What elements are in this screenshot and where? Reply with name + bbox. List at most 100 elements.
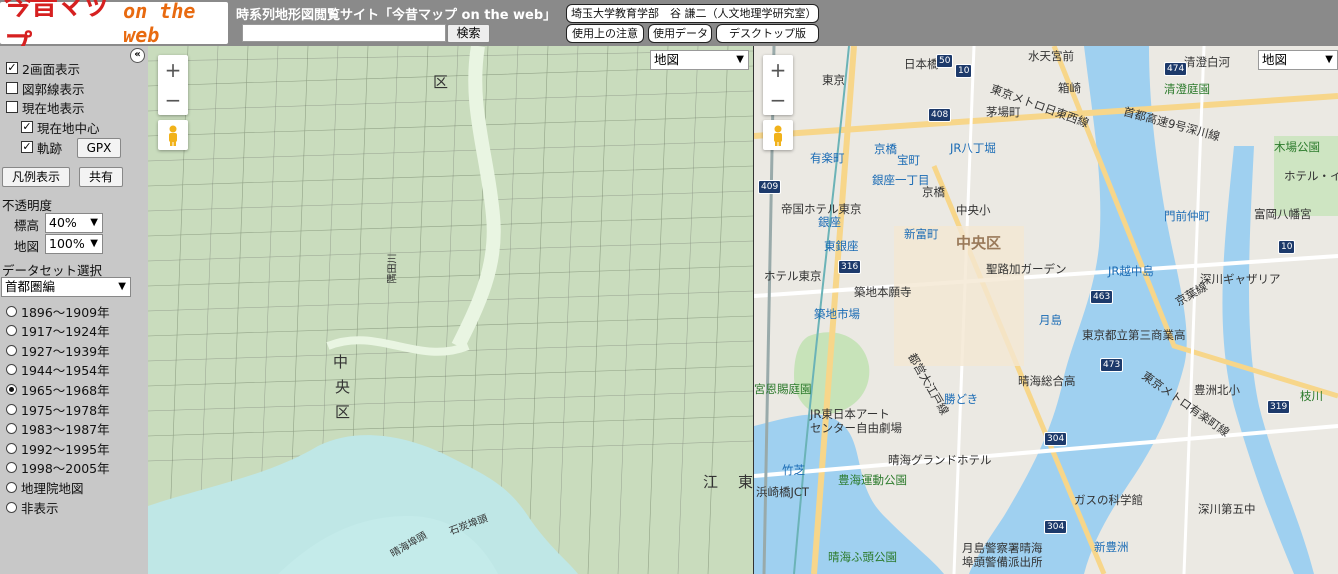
map-label: 月島 bbox=[1039, 313, 1062, 327]
map-label: ガスの科学館 bbox=[1074, 493, 1143, 507]
grid-lines-toggle[interactable]: 図郭線表示 bbox=[6, 79, 85, 97]
period-label: 地理院地図 bbox=[21, 480, 84, 496]
period-option[interactable]: 非表示 bbox=[6, 498, 59, 516]
period-radio[interactable] bbox=[6, 481, 17, 493]
header-bar: 今昔マップ on the web 時系列地形図閲覧サイト「今昔マップ on th… bbox=[0, 0, 1338, 61]
old-map-pane[interactable]: 区 中 央 区 江 東 隅田川 晴海埠頭 石炭埠頭 + − 地図 ▼ bbox=[148, 46, 753, 574]
map-opacity-select[interactable]: 100% ▼ bbox=[45, 234, 103, 254]
opacity-label: 不透明度 bbox=[2, 198, 53, 213]
track-toggle[interactable]: ✓ 軌跡 bbox=[21, 138, 62, 156]
legend-button[interactable]: 凡例表示 bbox=[2, 167, 70, 187]
map-label: 宝町 bbox=[897, 153, 920, 167]
map-label: JR八丁堀 bbox=[950, 141, 996, 155]
zoom-out-button[interactable]: − bbox=[763, 85, 793, 115]
period-label: 1983～1987年 bbox=[21, 422, 110, 438]
elevation-opacity-select[interactable]: 40% ▼ bbox=[45, 213, 103, 233]
route-shield: 304 bbox=[1044, 432, 1068, 446]
old-map-canvas bbox=[148, 46, 753, 574]
route-shield: 408 bbox=[928, 108, 952, 122]
old-map-type-select[interactable]: 地図 ▼ bbox=[650, 50, 749, 70]
collapse-sidebar-icon[interactable]: « bbox=[130, 48, 145, 63]
two-screen-checkbox[interactable]: ✓ bbox=[6, 62, 18, 74]
period-label: 1965～1968年 bbox=[21, 382, 110, 398]
period-radio[interactable] bbox=[6, 501, 17, 513]
chevron-down-icon: ▼ bbox=[90, 238, 98, 249]
search-input[interactable] bbox=[242, 24, 446, 42]
period-option[interactable]: 1944～1954年 bbox=[6, 361, 110, 379]
modern-map-type-select[interactable]: 地図 ▼ bbox=[1258, 50, 1338, 70]
zoom-in-button[interactable]: + bbox=[763, 55, 793, 85]
current-center-toggle[interactable]: ✓ 現在地中心 bbox=[21, 118, 100, 136]
map-label: 晴海ふ頭公園 bbox=[828, 550, 897, 564]
current-location-toggle[interactable]: 現在地表示 bbox=[6, 98, 85, 116]
period-label: 1917～1924年 bbox=[21, 324, 110, 340]
map-label: 箱崎 bbox=[1058, 81, 1081, 95]
period-option[interactable]: 1983～1987年 bbox=[6, 420, 110, 438]
period-option[interactable]: 1927～1939年 bbox=[6, 341, 110, 359]
site-title: 時系列地形図閲覧サイト「今昔マップ on the web」 bbox=[236, 8, 557, 23]
period-radio[interactable] bbox=[6, 403, 17, 415]
period-label: 1975～1978年 bbox=[21, 402, 110, 418]
map-label: 富岡八幡宮 bbox=[1254, 207, 1312, 221]
grid-lines-checkbox[interactable] bbox=[6, 82, 18, 94]
period-label: 1998～2005年 bbox=[21, 461, 110, 477]
desktop-version-link[interactable]: デスクトップ版 bbox=[716, 24, 819, 43]
map-opacity-label: 地図 bbox=[14, 239, 40, 254]
map-label: 清澄庭園 bbox=[1164, 82, 1210, 96]
period-radio[interactable] bbox=[6, 364, 17, 376]
gpx-button[interactable]: GPX bbox=[77, 138, 121, 158]
route-shield: 319 bbox=[1267, 400, 1291, 414]
search-button[interactable]: 検索 bbox=[447, 24, 490, 43]
period-option[interactable]: 1896～1909年 bbox=[6, 302, 110, 320]
grid-lines-label: 図郭線表示 bbox=[22, 81, 85, 97]
route-shield: 10 bbox=[1278, 240, 1296, 254]
pegman-icon[interactable] bbox=[763, 120, 793, 150]
modern-map-type-value: 地図 bbox=[1262, 52, 1288, 67]
period-option[interactable]: 1965～1968年 bbox=[6, 380, 110, 398]
dataset-value: 首都圏編 bbox=[5, 279, 56, 294]
period-option[interactable]: 1975～1978年 bbox=[6, 400, 110, 418]
period-radio[interactable] bbox=[6, 325, 17, 337]
old-map-label: 区 bbox=[433, 73, 449, 91]
map-label: 竹芝 bbox=[782, 463, 805, 477]
dataset-select[interactable]: 首都圏編 ▼ bbox=[1, 277, 131, 297]
elevation-label: 標高 bbox=[14, 218, 40, 233]
route-shield: 474 bbox=[1164, 62, 1188, 76]
old-map-label: 東 bbox=[738, 473, 753, 491]
period-option[interactable]: 1992～1995年 bbox=[6, 439, 110, 457]
site-logo[interactable]: 今昔マップ on the web bbox=[0, 0, 228, 61]
author-link[interactable]: 埼玉大学教育学部 谷 謙二（人文地理学研究室） bbox=[566, 4, 819, 23]
map-label: 有楽町 bbox=[810, 151, 845, 165]
map-label: 豊海運動公園 bbox=[838, 473, 907, 487]
period-option[interactable]: 1917～1924年 bbox=[6, 322, 110, 340]
period-radio[interactable] bbox=[6, 442, 17, 454]
modern-map-pane[interactable]: 東京 日本橋 水天宮前 東京メトロ日東西線 箱崎 清澄白河 清澄庭園 茅場町 首… bbox=[754, 46, 1338, 574]
route-shield: 463 bbox=[1090, 290, 1114, 304]
old-map-label: 中 bbox=[333, 353, 349, 371]
period-radio[interactable] bbox=[6, 305, 17, 317]
usage-notes-link[interactable]: 使用上の注意 bbox=[566, 24, 644, 43]
share-button[interactable]: 共有 bbox=[79, 167, 123, 187]
chevron-down-icon: ▼ bbox=[90, 217, 98, 228]
track-checkbox[interactable]: ✓ bbox=[21, 141, 33, 153]
period-radio[interactable] bbox=[6, 462, 17, 474]
track-label: 軌跡 bbox=[37, 140, 63, 156]
pegman-icon[interactable] bbox=[158, 120, 188, 150]
current-location-checkbox[interactable] bbox=[6, 101, 18, 113]
map-label: 中央小 bbox=[956, 203, 991, 217]
period-option[interactable]: 地理院地図 bbox=[6, 478, 84, 496]
zoom-in-button[interactable]: + bbox=[158, 55, 188, 85]
period-radio[interactable] bbox=[6, 344, 17, 356]
two-screen-toggle[interactable]: ✓ 2画面表示 bbox=[6, 59, 80, 77]
period-radio[interactable] bbox=[6, 383, 17, 395]
map-label: 浜崎橋JCT bbox=[756, 485, 809, 499]
data-used-link[interactable]: 使用データ bbox=[648, 24, 712, 43]
map-label: 京橋 bbox=[922, 185, 945, 199]
current-location-label: 現在地表示 bbox=[22, 100, 85, 116]
period-radio[interactable] bbox=[6, 423, 17, 435]
map-label: 水天宮前 bbox=[1028, 49, 1074, 63]
map-label: 木場公園 bbox=[1274, 140, 1320, 154]
current-center-checkbox[interactable]: ✓ bbox=[21, 121, 33, 133]
period-option[interactable]: 1998～2005年 bbox=[6, 459, 110, 477]
zoom-out-button[interactable]: − bbox=[158, 85, 188, 115]
